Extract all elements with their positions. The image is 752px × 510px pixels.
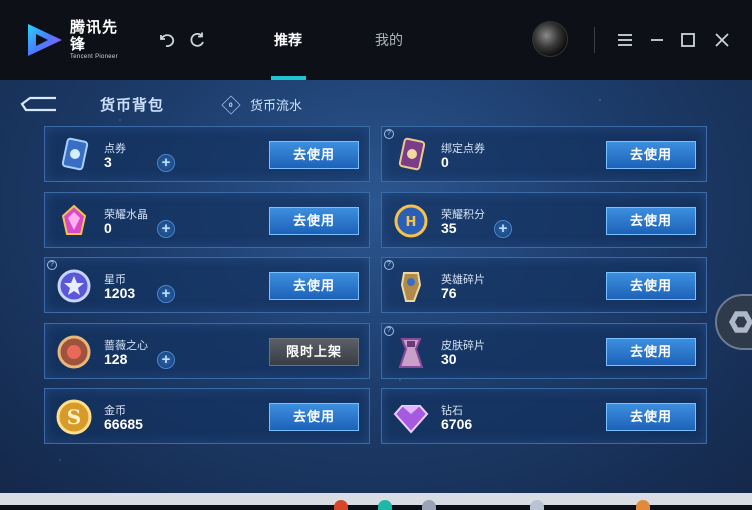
taskbar-strip bbox=[0, 493, 752, 510]
svg-text:S: S bbox=[67, 405, 81, 429]
limited-time-button: 限时上架 bbox=[269, 338, 359, 366]
currency-card-rose-heart: 蔷薇之心 128 + 限时上架 bbox=[44, 323, 370, 379]
currency-card-bound-coupon: ? 绑定点券 0 去使用 bbox=[381, 126, 707, 182]
logo-subtitle: Tencent Pioneer bbox=[70, 54, 118, 60]
logo-title: 腾讯先锋 bbox=[70, 19, 119, 53]
coupon-icon bbox=[55, 136, 93, 174]
undo-icon[interactable] bbox=[156, 30, 176, 50]
add-currency-button[interactable]: + bbox=[157, 351, 175, 369]
star-coin-icon bbox=[55, 267, 93, 305]
currency-flow-link[interactable]: 0 货币流水 bbox=[221, 94, 303, 115]
currency-flow-icon: 0 bbox=[221, 94, 241, 115]
currency-amount: 30 bbox=[441, 351, 457, 367]
currency-card-diamond: 钻石 6706 去使用 bbox=[381, 388, 707, 444]
currency-amount: 76 bbox=[441, 285, 457, 301]
refresh-icon[interactable] bbox=[187, 30, 207, 50]
currency-amount: 128 bbox=[104, 351, 128, 367]
glory-crystal-icon bbox=[55, 202, 93, 240]
use-button[interactable]: 去使用 bbox=[269, 403, 359, 431]
taskbar-app-icon[interactable] bbox=[636, 500, 650, 510]
hexagon-icon bbox=[729, 311, 752, 333]
user-avatar[interactable] bbox=[532, 21, 568, 57]
currency-card-hero-fragment: ? 英雄碎片 76 去使用 bbox=[381, 257, 707, 313]
gold-coin-icon: S bbox=[55, 398, 93, 436]
minimize-icon[interactable] bbox=[647, 30, 667, 50]
close-icon[interactable] bbox=[712, 30, 732, 50]
title-divider bbox=[594, 27, 595, 53]
currency-card-skin-fragment: ? 皮肤碎片 30 去使用 bbox=[381, 323, 707, 379]
glory-points-icon: H bbox=[392, 202, 430, 240]
add-currency-button[interactable]: + bbox=[494, 220, 512, 238]
taskbar-app-icon[interactable] bbox=[422, 500, 436, 510]
taskbar-app-icon[interactable] bbox=[334, 500, 348, 510]
use-button[interactable]: 去使用 bbox=[269, 272, 359, 300]
currency-card-glory-points: H 荣耀积分 35 + 去使用 bbox=[381, 192, 707, 248]
use-button[interactable]: 去使用 bbox=[606, 403, 696, 431]
currency-amount: 0 bbox=[104, 220, 112, 236]
currency-flow-label: 货币流水 bbox=[250, 98, 303, 113]
use-button[interactable]: 去使用 bbox=[606, 207, 696, 235]
menu-icon[interactable] bbox=[615, 30, 635, 50]
use-button[interactable]: 去使用 bbox=[269, 141, 359, 169]
currency-amount: 6706 bbox=[441, 416, 473, 432]
add-currency-button[interactable]: + bbox=[157, 220, 175, 238]
currency-backpack-panel: 货币背包 0 货币流水 点券 3 + 去使用 ? 绑定点券 0 去使用 荣耀水晶… bbox=[0, 80, 752, 493]
currency-card-star-coin: ? 星币 1203 + 去使用 bbox=[44, 257, 370, 313]
add-currency-button[interactable]: + bbox=[157, 154, 175, 172]
add-currency-button[interactable]: + bbox=[157, 285, 175, 303]
taskbar-app-icon[interactable] bbox=[378, 500, 392, 510]
tab-mine[interactable]: 我的 bbox=[375, 30, 403, 50]
currency-card-coupon: 点券 3 + 去使用 bbox=[44, 126, 370, 182]
currency-amount: 3 bbox=[104, 154, 112, 170]
svg-text:H: H bbox=[406, 215, 417, 230]
use-button[interactable]: 去使用 bbox=[606, 141, 696, 169]
skin-fragment-icon bbox=[392, 333, 430, 371]
currency-card-gold-coin: S 金币 66685 去使用 bbox=[44, 388, 370, 444]
rose-heart-icon bbox=[55, 333, 93, 371]
currency-amount: 66685 bbox=[104, 416, 143, 432]
currency-card-glory-crystal: 荣耀水晶 0 + 去使用 bbox=[44, 192, 370, 248]
currency-amount: 0 bbox=[441, 154, 449, 170]
currency-amount: 1203 bbox=[104, 285, 136, 301]
currency-amount: 35 bbox=[441, 220, 457, 236]
tab-recommend[interactable]: 推荐 bbox=[274, 30, 302, 50]
page-title: 货币背包 bbox=[100, 97, 165, 114]
app-logo: 腾讯先锋 Tencent Pioneer bbox=[24, 19, 128, 60]
use-button[interactable]: 去使用 bbox=[606, 272, 696, 300]
hero-fragment-icon bbox=[392, 267, 430, 305]
logo-mark-icon bbox=[24, 22, 66, 58]
bound-coupon-icon bbox=[392, 136, 430, 174]
back-arrow-icon[interactable] bbox=[20, 94, 60, 114]
taskbar-app-icon[interactable] bbox=[530, 500, 544, 510]
diamond-icon bbox=[392, 398, 430, 436]
use-button[interactable]: 去使用 bbox=[269, 207, 359, 235]
maximize-icon[interactable] bbox=[678, 30, 698, 50]
use-button[interactable]: 去使用 bbox=[606, 338, 696, 366]
title-bar: 腾讯先锋 Tencent Pioneer 推荐 我的 bbox=[0, 0, 752, 80]
